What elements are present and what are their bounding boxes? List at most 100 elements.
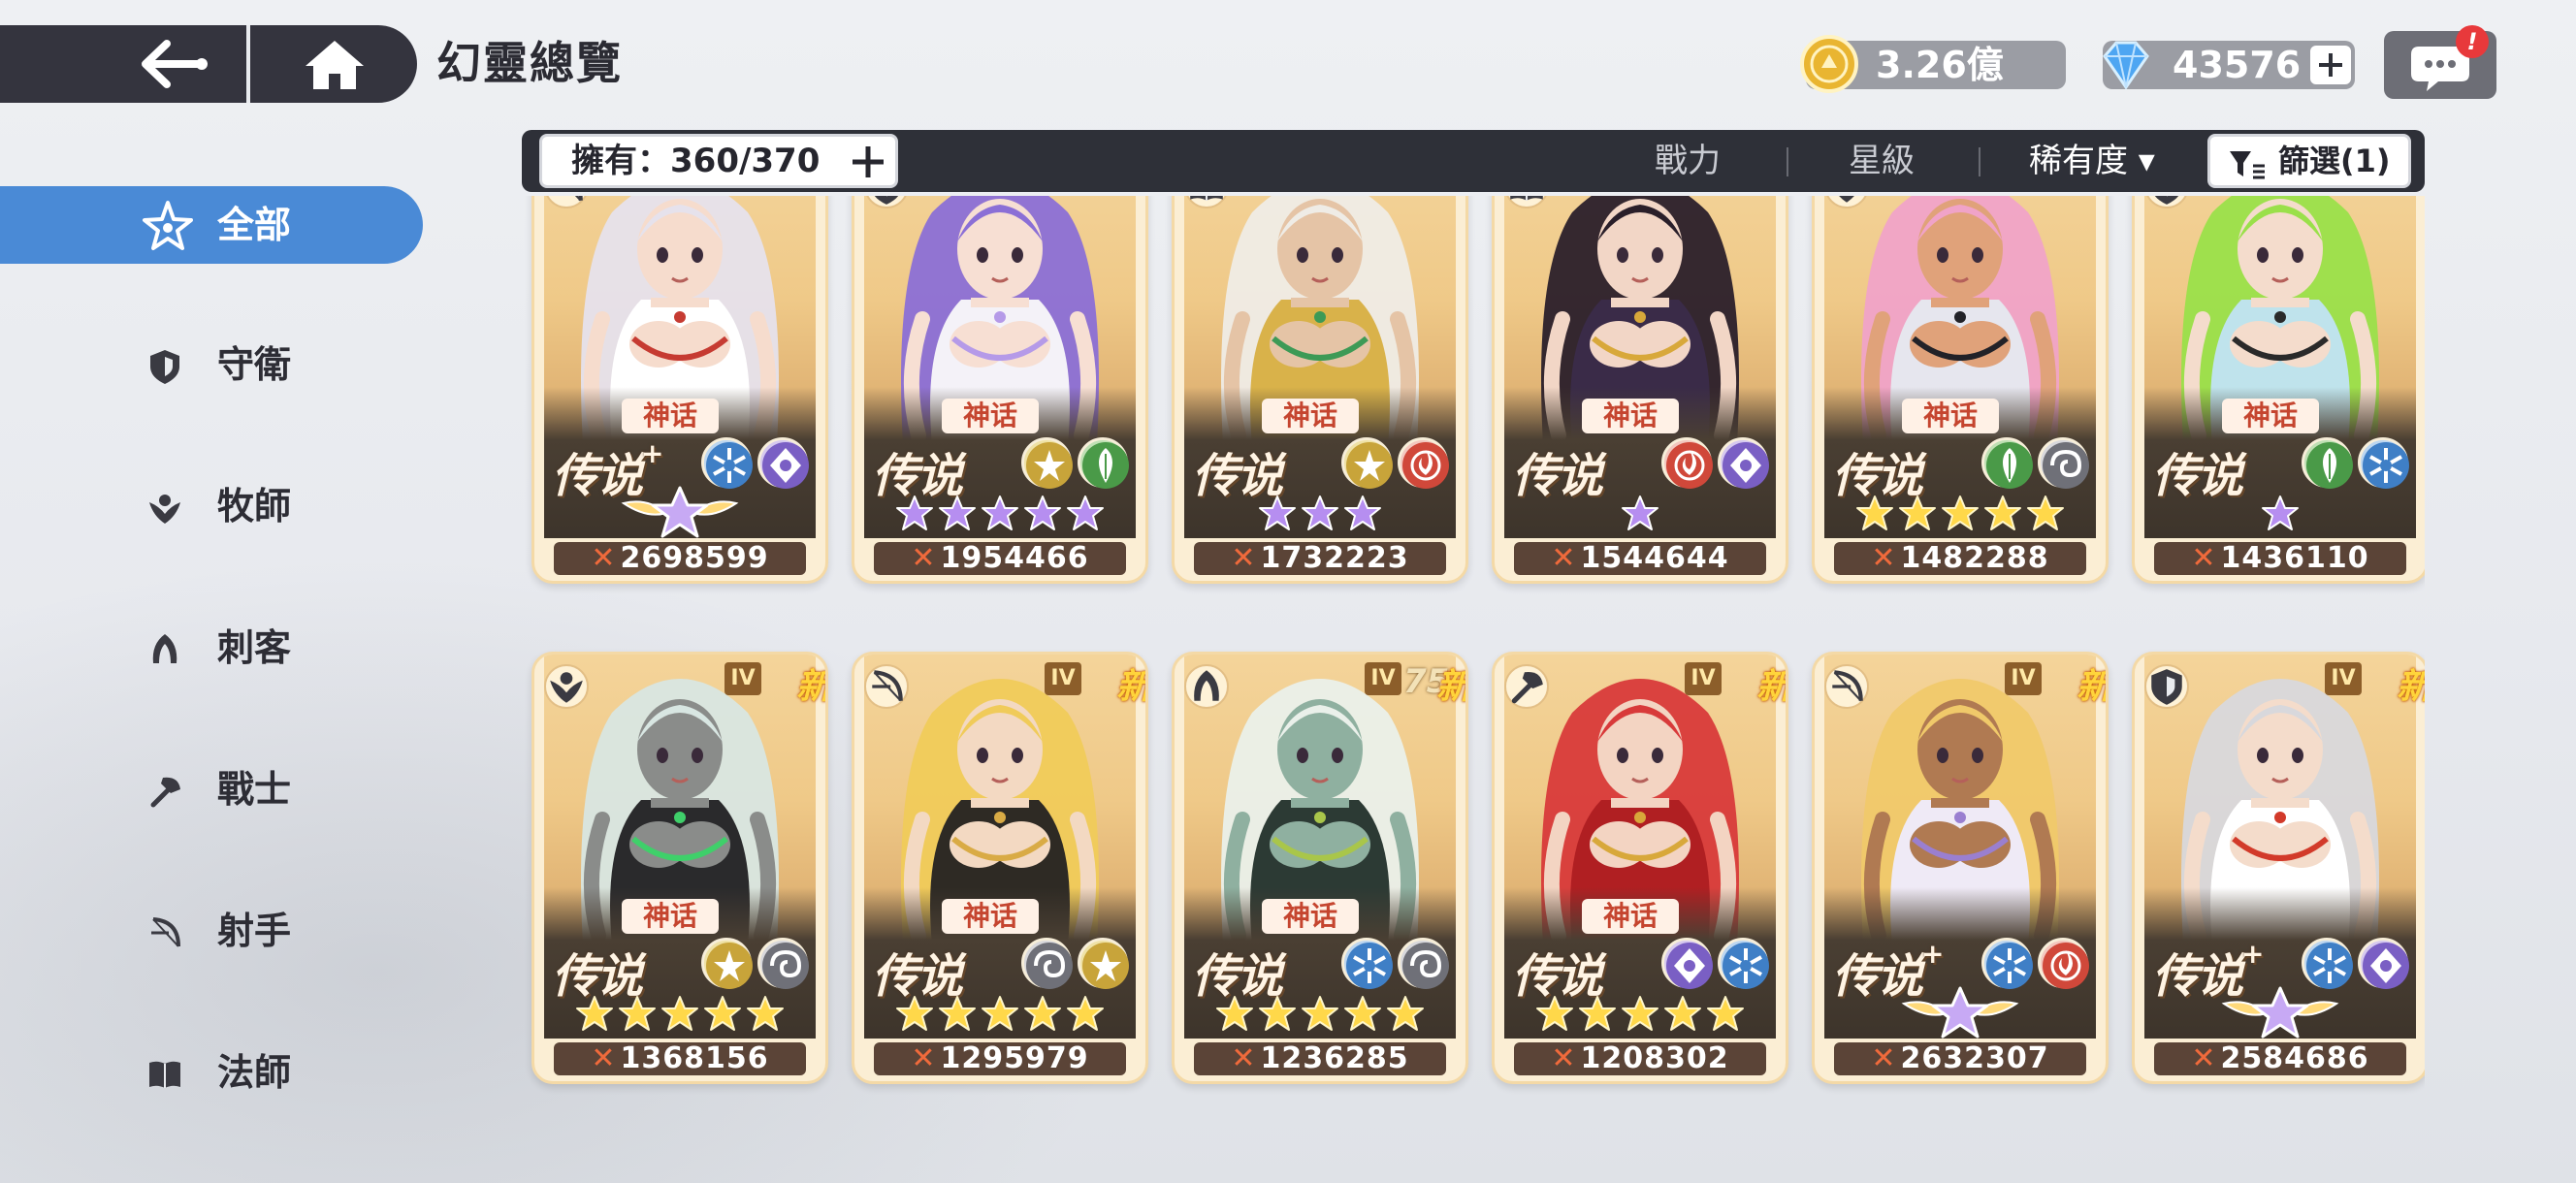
sidebar-item-5[interactable]: 射手 bbox=[0, 892, 423, 970]
hero-card[interactable]: IV 新神话 传说 ✕ 1208302 bbox=[1492, 652, 1788, 1084]
star-icon bbox=[1067, 996, 1104, 1031]
hero-card[interactable]: IV神话传说✕1436110 bbox=[2132, 196, 2425, 584]
expand-plus-icon[interactable] bbox=[849, 143, 887, 181]
sidebar-item-4[interactable]: 戰士 bbox=[0, 751, 423, 828]
myth-label: 神话 bbox=[942, 399, 1039, 433]
crossed-swords-icon: ✕ bbox=[1231, 541, 1257, 575]
sort-star-tab[interactable]: 星級 bbox=[1849, 130, 1915, 192]
hero-card[interactable]: IV 新神话 传说 ✕ 1295979 bbox=[852, 652, 1148, 1084]
star-rating bbox=[1175, 994, 1465, 1035]
element-ice-icon bbox=[2358, 437, 2409, 489]
star-icon bbox=[1664, 996, 1701, 1031]
add-gems-button[interactable] bbox=[2310, 46, 2351, 84]
star-icon bbox=[576, 996, 613, 1031]
myth-label: 神话 bbox=[1262, 899, 1359, 934]
star-icon bbox=[661, 996, 698, 1031]
sort-power-tab[interactable]: 戰力 bbox=[1655, 130, 1721, 192]
tier-badge: IV bbox=[1685, 662, 1722, 695]
star-icon bbox=[1707, 996, 1744, 1031]
new-tag: 新 bbox=[1115, 667, 1148, 707]
bow-icon bbox=[1824, 664, 1869, 709]
sidebar-item-label: 射手 bbox=[217, 910, 292, 952]
power-value: ✕ 1482288 bbox=[1834, 542, 2086, 575]
myth-label: 神话 bbox=[622, 399, 719, 433]
hero-card[interactable]: IV神话传说✕1954466 bbox=[852, 196, 1148, 584]
star-icon bbox=[1536, 996, 1573, 1031]
hero-card[interactable]: IV 新传说+ ✕ 2632307 bbox=[1812, 652, 2109, 1084]
star-icon bbox=[1302, 996, 1338, 1031]
star-icon bbox=[1344, 496, 1381, 530]
sidebar-item-6[interactable]: 法師 bbox=[0, 1034, 423, 1111]
gem-currency: 43576 bbox=[2103, 41, 2355, 90]
power-number: 1295979 bbox=[940, 1041, 1089, 1075]
power-value: ✕ 2584686 bbox=[2154, 1042, 2406, 1075]
rarity-plus: + bbox=[1921, 938, 1945, 970]
myth-label: 神话 bbox=[942, 899, 1039, 934]
back-button[interactable] bbox=[126, 29, 223, 99]
myth-label: 神话 bbox=[1582, 899, 1679, 934]
star-icon bbox=[1899, 496, 1936, 530]
home-button[interactable] bbox=[291, 29, 378, 99]
star-icon bbox=[1344, 996, 1381, 1031]
star-icon bbox=[1259, 496, 1296, 530]
power-value: ✕ 1368156 bbox=[554, 1042, 806, 1075]
star-icon bbox=[1622, 996, 1658, 1031]
hero-card[interactable]: IV新传说+✕2584686 bbox=[2132, 652, 2425, 1084]
star-rating bbox=[1175, 494, 1465, 534]
sidebar-item-2[interactable]: 牧師 bbox=[0, 467, 423, 545]
star-icon bbox=[896, 996, 933, 1031]
element-fire-icon bbox=[1661, 437, 1713, 489]
power-value: ✕ 1236285 bbox=[1194, 1042, 1446, 1075]
home-icon bbox=[306, 41, 364, 89]
hero-card[interactable]: IV80神话传说+✕2698599 bbox=[531, 196, 828, 584]
chat-button[interactable]: ! bbox=[2384, 25, 2496, 99]
power-value: ✕ 1954466 bbox=[874, 542, 1126, 575]
hero-card[interactable]: IV 新神话 传说 ✕ 1368156 bbox=[531, 652, 828, 1084]
star-icon bbox=[2262, 496, 2299, 530]
hero-card[interactable]: IV 75 新神话 传说 ✕ 1236285 bbox=[1172, 652, 1468, 1084]
filter-label: 篩選(1) bbox=[2278, 143, 2391, 179]
star-rating bbox=[1495, 994, 1786, 1035]
healer-icon bbox=[544, 664, 589, 709]
sidebar-item-3[interactable]: 刺客 bbox=[0, 609, 423, 687]
back-arrow-icon bbox=[142, 40, 208, 88]
power-value: ✕ 2632307 bbox=[1834, 1042, 2086, 1075]
element-nature-icon bbox=[1981, 437, 2033, 489]
tier-badge: IV bbox=[1365, 662, 1401, 695]
power-value: ✕ 1436110 bbox=[2154, 542, 2406, 575]
myth-label: 神话 bbox=[1902, 399, 1999, 433]
hero-card[interactable]: IV神话传说✕1482288 bbox=[1812, 196, 2109, 584]
star-icon bbox=[896, 496, 933, 530]
element-ice-icon bbox=[701, 437, 753, 489]
owned-count-box[interactable]: 擁有：360/370 bbox=[539, 134, 898, 188]
element-void-icon bbox=[1661, 938, 1713, 989]
power-number: 2632307 bbox=[1900, 1041, 2049, 1075]
new-tag: 新 bbox=[2076, 667, 2109, 707]
star-icon bbox=[1984, 496, 2021, 530]
bow-icon bbox=[145, 913, 184, 952]
element-wind-icon bbox=[1021, 938, 1073, 989]
sort-rarity-tab[interactable]: 稀有度 ▾ bbox=[2029, 130, 2155, 192]
tier-badge: IV bbox=[2325, 662, 2362, 695]
element-ice-icon bbox=[1341, 938, 1393, 989]
hero-card[interactable]: IV神话传说✕1544644 bbox=[1492, 196, 1788, 584]
awaken-emblem-icon bbox=[621, 486, 739, 538]
star-icon bbox=[1387, 996, 1424, 1031]
tier-badge: IV bbox=[2005, 662, 2042, 695]
awaken-emblem-icon bbox=[2221, 986, 2339, 1039]
card-grid: IV80神话传说+✕2698599IV神话传说✕1954466IV神话传说✕17… bbox=[522, 196, 2425, 1127]
crossed-swords-icon: ✕ bbox=[2191, 541, 2217, 575]
element-void-icon bbox=[2358, 938, 2409, 989]
sidebar-item-0[interactable]: 全部 bbox=[0, 186, 423, 264]
filter-button[interactable]: 篩選(1) bbox=[2207, 134, 2411, 188]
power-value: ✕ 1544644 bbox=[1514, 542, 1766, 575]
element-ice-icon bbox=[1981, 938, 2033, 989]
hero-card[interactable]: IV神话传说✕1732223 bbox=[1172, 196, 1468, 584]
star-icon bbox=[1622, 496, 1658, 530]
sidebar-item-1[interactable]: 守衛 bbox=[0, 326, 423, 403]
element-ice-icon bbox=[2302, 938, 2353, 989]
rarity-plus: + bbox=[641, 437, 664, 469]
crossed-swords-icon: ✕ bbox=[591, 1041, 617, 1075]
power-number: 2698599 bbox=[620, 541, 769, 575]
star-rating bbox=[1495, 494, 1786, 534]
